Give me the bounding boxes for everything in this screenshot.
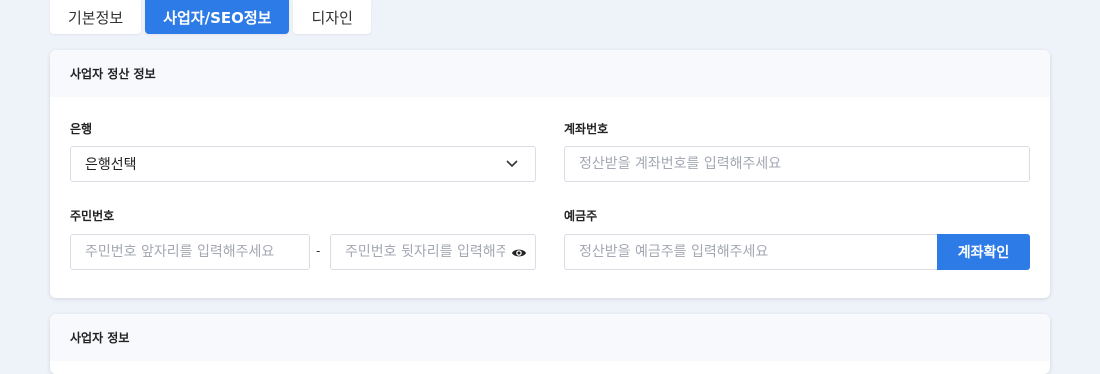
resident-front-input[interactable] — [85, 244, 295, 260]
account-holder-label: 예금주 — [564, 209, 598, 223]
account-holder-input[interactable] — [579, 244, 923, 260]
tab-bar: 기본정보 사업자/SEO정보 디자인 — [50, 0, 371, 34]
business-info-card: 사업자 정보 — [50, 314, 1050, 374]
resident-separator: - — [316, 244, 321, 258]
account-number-label: 계좌번호 — [564, 122, 609, 136]
bank-label: 은행 — [70, 122, 93, 136]
account-holder-field — [564, 234, 938, 270]
account-number-input[interactable] — [579, 156, 1015, 172]
tab-basic-info[interactable]: 기본정보 — [50, 0, 142, 34]
resident-back-input[interactable] — [345, 244, 505, 260]
resident-number-label: 주민번호 — [70, 209, 115, 223]
resident-front-field — [70, 234, 310, 270]
verify-account-button[interactable]: 계좌확인 — [937, 234, 1030, 270]
settlement-card-title: 사업자 정산 정보 — [50, 50, 1050, 97]
settlement-info-card: 사업자 정산 정보 은행 은행선택 계좌번호 주민번호 - 예금주 계좌확인 — [50, 50, 1050, 298]
bank-select-value: 은행선택 — [85, 157, 137, 173]
tab-business-seo-info[interactable]: 사업자/SEO정보 — [145, 0, 290, 34]
chevron-down-icon — [506, 160, 518, 168]
tab-design[interactable]: 디자인 — [293, 0, 371, 34]
bank-select[interactable]: 은행선택 — [70, 146, 536, 182]
eye-icon[interactable] — [511, 246, 527, 260]
resident-back-field — [330, 234, 536, 270]
business-card-title: 사업자 정보 — [50, 314, 1050, 361]
account-number-field — [564, 146, 1030, 182]
